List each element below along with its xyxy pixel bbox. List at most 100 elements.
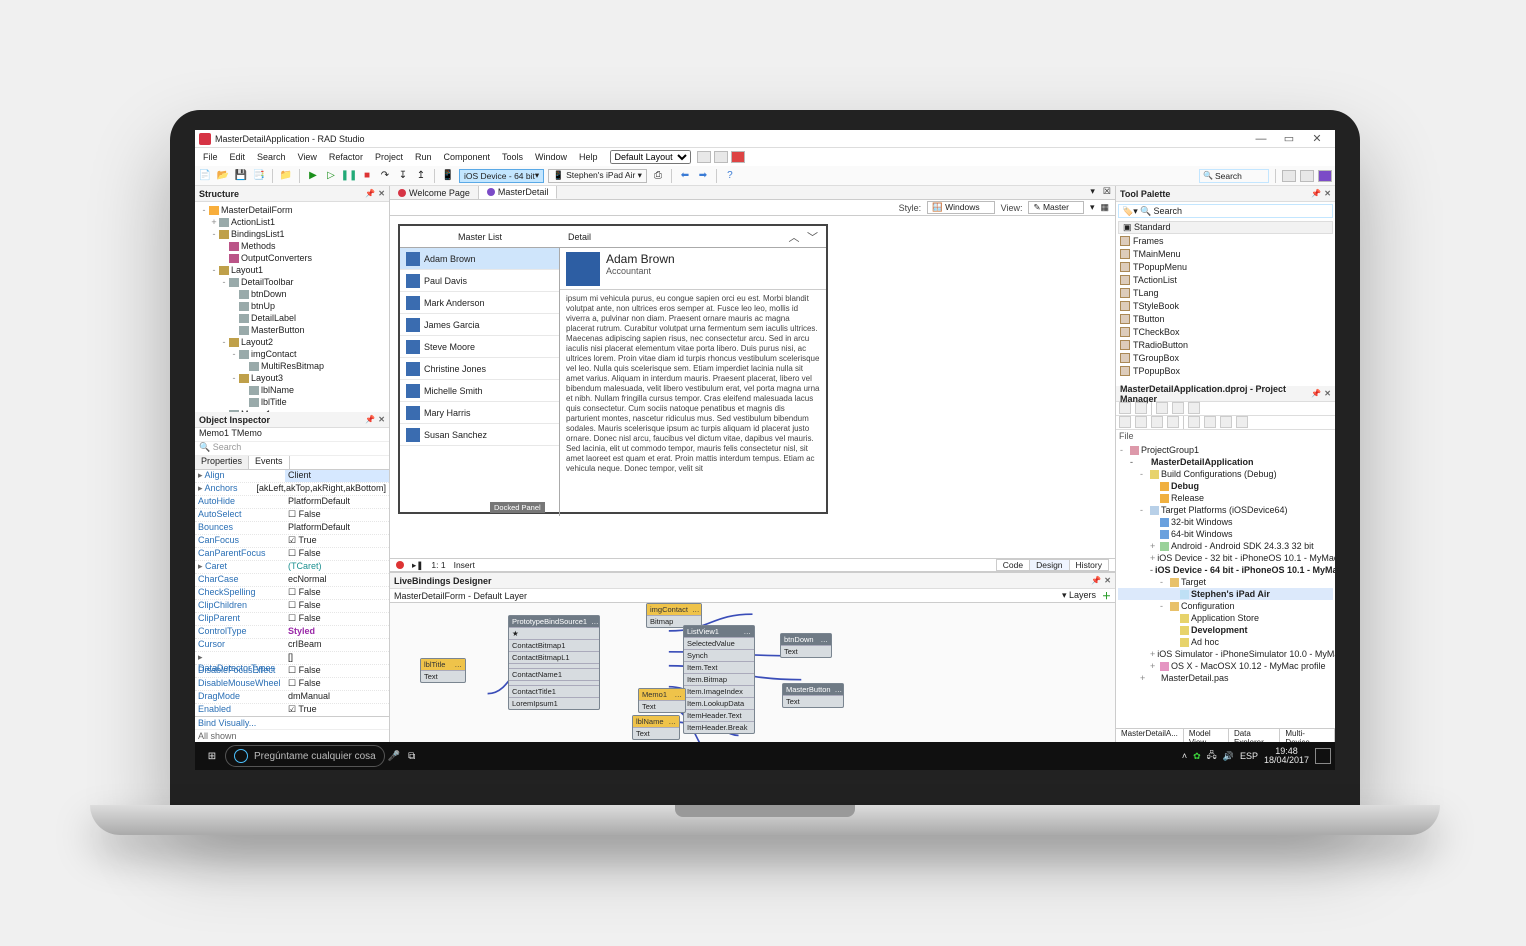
structure-tree[interactable]: -MasterDetailForm+ActionList1-BindingsLi… <box>195 202 389 412</box>
up-button[interactable]: ︿ <box>788 232 799 244</box>
step-into-button[interactable]: ↧ <box>396 169 410 183</box>
start-button[interactable]: ⊞ <box>199 751 225 762</box>
property-row[interactable]: BouncesPlatformDefault <box>195 522 389 535</box>
structure-node[interactable]: lblTitle <box>197 396 387 408</box>
property-row[interactable]: ClipChildrenFalse <box>195 600 389 613</box>
macro-record-icon[interactable] <box>396 561 404 569</box>
lb-node-memo[interactable]: Memo1… Text <box>638 688 686 713</box>
tab-properties[interactable]: Properties <box>195 456 249 469</box>
menu-search[interactable]: Search <box>251 152 292 162</box>
palette-item[interactable]: TGroupBox <box>1118 351 1333 364</box>
pm-btn[interactable] <box>1156 402 1168 414</box>
close-button[interactable]: ✕ <box>1303 132 1331 145</box>
list-item[interactable]: Susan Sanchez <box>400 424 559 446</box>
lb-add-button[interactable]: ＋ <box>1102 589 1111 602</box>
close-icon[interactable]: ✕ <box>1104 576 1111 585</box>
lb-canvas[interactable]: lblTitle… Text PrototypeBindSource1… ★ C… <box>390 603 1115 742</box>
palette-item[interactable]: TButton <box>1118 312 1333 325</box>
nav-back-button[interactable]: ⬅ <box>678 169 692 183</box>
pin-icon[interactable]: 📌 <box>365 189 375 198</box>
menu-help[interactable]: Help <box>573 152 604 162</box>
project-node[interactable]: Release <box>1118 492 1333 504</box>
pin-icon[interactable]: 📌 <box>1311 189 1321 198</box>
pm-btn[interactable] <box>1135 416 1147 428</box>
palette-item[interactable]: TMainMenu <box>1118 247 1333 260</box>
palette-item[interactable]: TRadioButton <box>1118 338 1333 351</box>
pm-btn[interactable] <box>1236 416 1248 428</box>
property-row[interactable]: DisableMouseWheelFalse <box>195 678 389 691</box>
tab-welcome[interactable]: Welcome Page <box>390 186 479 199</box>
menu-edit[interactable]: Edit <box>224 152 252 162</box>
macro-icon[interactable]: ▸❚ <box>412 560 423 571</box>
project-node[interactable]: -MasterDetailApplication <box>1118 456 1333 468</box>
structure-node[interactable]: Methods <box>197 240 387 252</box>
property-row[interactable]: Anchors[akLeft,akTop,akRight,akBottom] <box>195 483 389 496</box>
structure-node[interactable]: -DetailToolbar <box>197 276 387 288</box>
project-node[interactable]: +MasterDetail.pas <box>1118 672 1333 684</box>
help-button[interactable]: ? <box>723 169 737 183</box>
contact-memo[interactable]: ipsum mi vehicula purus, eu congue sapie… <box>560 290 826 478</box>
structure-node[interactable]: lblName <box>197 384 387 396</box>
pm-btn[interactable] <box>1220 416 1232 428</box>
step-out-button[interactable]: ↥ <box>414 169 428 183</box>
platform-icon[interactable]: 📱 <box>441 169 455 183</box>
structure-node[interactable]: btnUp <box>197 300 387 312</box>
pm-btn[interactable] <box>1172 402 1184 414</box>
tray-network-icon[interactable]: 🖧 <box>1207 748 1217 764</box>
style-select[interactable]: 🪟 Windows <box>927 201 994 214</box>
target-device-combo[interactable]: 📱 Stephen's iPad Air ▾ <box>548 169 647 183</box>
desktop-chip[interactable] <box>1300 170 1314 182</box>
layout-chip[interactable] <box>697 151 711 163</box>
project-node[interactable]: Ad hoc <box>1118 636 1333 648</box>
structure-node[interactable]: +ActionList1 <box>197 216 387 228</box>
pm-tab[interactable]: Data Explorer <box>1229 729 1280 742</box>
tray-up-icon[interactable]: ˄ <box>1182 751 1187 761</box>
form-designer[interactable]: Master List Detail ︿ ﹀ Adam BrownPaul Da… <box>390 216 1115 558</box>
structure-node[interactable]: DetailLabel <box>197 312 387 324</box>
docked-panel-tab[interactable]: Docked Panel <box>490 502 545 513</box>
project-node[interactable]: -Configuration <box>1118 600 1333 612</box>
mic-icon[interactable]: 🎤 <box>385 751 403 762</box>
lb-node-btndown[interactable]: btnDown… Text <box>780 633 832 658</box>
tray-notifications[interactable] <box>1315 748 1331 764</box>
lb-node-lblname[interactable]: lblName… Text <box>632 715 680 740</box>
structure-node[interactable]: -Layout2 <box>197 336 387 348</box>
palette-item[interactable]: TStyleBook <box>1118 299 1333 312</box>
property-row[interactable]: ControlTypeStyled <box>195 626 389 639</box>
inspector-search[interactable]: 🔍 Search <box>195 442 389 456</box>
maximize-button[interactable]: ▭ <box>1275 132 1303 145</box>
project-node[interactable]: -ProjectGroup1 <box>1118 444 1333 456</box>
pm-btn[interactable] <box>1188 416 1200 428</box>
tray-clock[interactable]: 19:4818/04/2017 <box>1264 747 1309 766</box>
pm-btn[interactable] <box>1167 416 1179 428</box>
list-item[interactable]: James Garcia <box>400 314 559 336</box>
close-icon[interactable]: ✕ <box>378 415 385 424</box>
palette-item[interactable]: TLang <box>1118 286 1333 299</box>
property-row[interactable]: DataDetectorTypes[] <box>195 652 389 665</box>
close-icon[interactable]: ✕ <box>1324 389 1331 398</box>
nav-fwd-button[interactable]: ➡ <box>696 169 710 183</box>
property-row[interactable]: DisableFocusEffectFalse <box>195 665 389 678</box>
property-row[interactable]: ClipParentFalse <box>195 613 389 626</box>
run-no-debug-button[interactable]: ▷ <box>324 169 338 183</box>
list-item[interactable]: Christine Jones <box>400 358 559 380</box>
project-node[interactable]: Development <box>1118 624 1333 636</box>
pin-icon[interactable]: 📌 <box>1091 576 1101 585</box>
property-row[interactable]: CanParentFocusFalse <box>195 548 389 561</box>
folder-button[interactable]: 📁 <box>279 169 293 183</box>
list-item[interactable]: Mark Anderson <box>400 292 559 314</box>
project-node[interactable]: +iOS Simulator - iPhoneSimulator 10.0 - … <box>1118 648 1333 660</box>
layout-select[interactable]: Default Layout <box>610 150 691 164</box>
layout-chip[interactable] <box>714 151 728 163</box>
master-list[interactable]: Adam BrownPaul DavisMark AndersonJames G… <box>400 248 560 516</box>
menu-file[interactable]: File <box>197 152 224 162</box>
properties-grid[interactable]: AlignClientAnchors[akLeft,akTop,akRight,… <box>195 470 389 716</box>
pm-btn[interactable] <box>1188 402 1200 414</box>
menu-view[interactable]: View <box>292 152 323 162</box>
lb-node-lbltitle[interactable]: lblTitle… Text <box>420 658 466 683</box>
palette-item[interactable]: TPopupBox <box>1118 364 1333 377</box>
list-item[interactable]: Paul Davis <box>400 270 559 292</box>
lb-node-proto[interactable]: PrototypeBindSource1… ★ ContactBitmap1 C… <box>508 615 600 710</box>
list-item[interactable]: Adam Brown <box>400 248 559 270</box>
close-icon[interactable]: ✕ <box>378 189 385 198</box>
